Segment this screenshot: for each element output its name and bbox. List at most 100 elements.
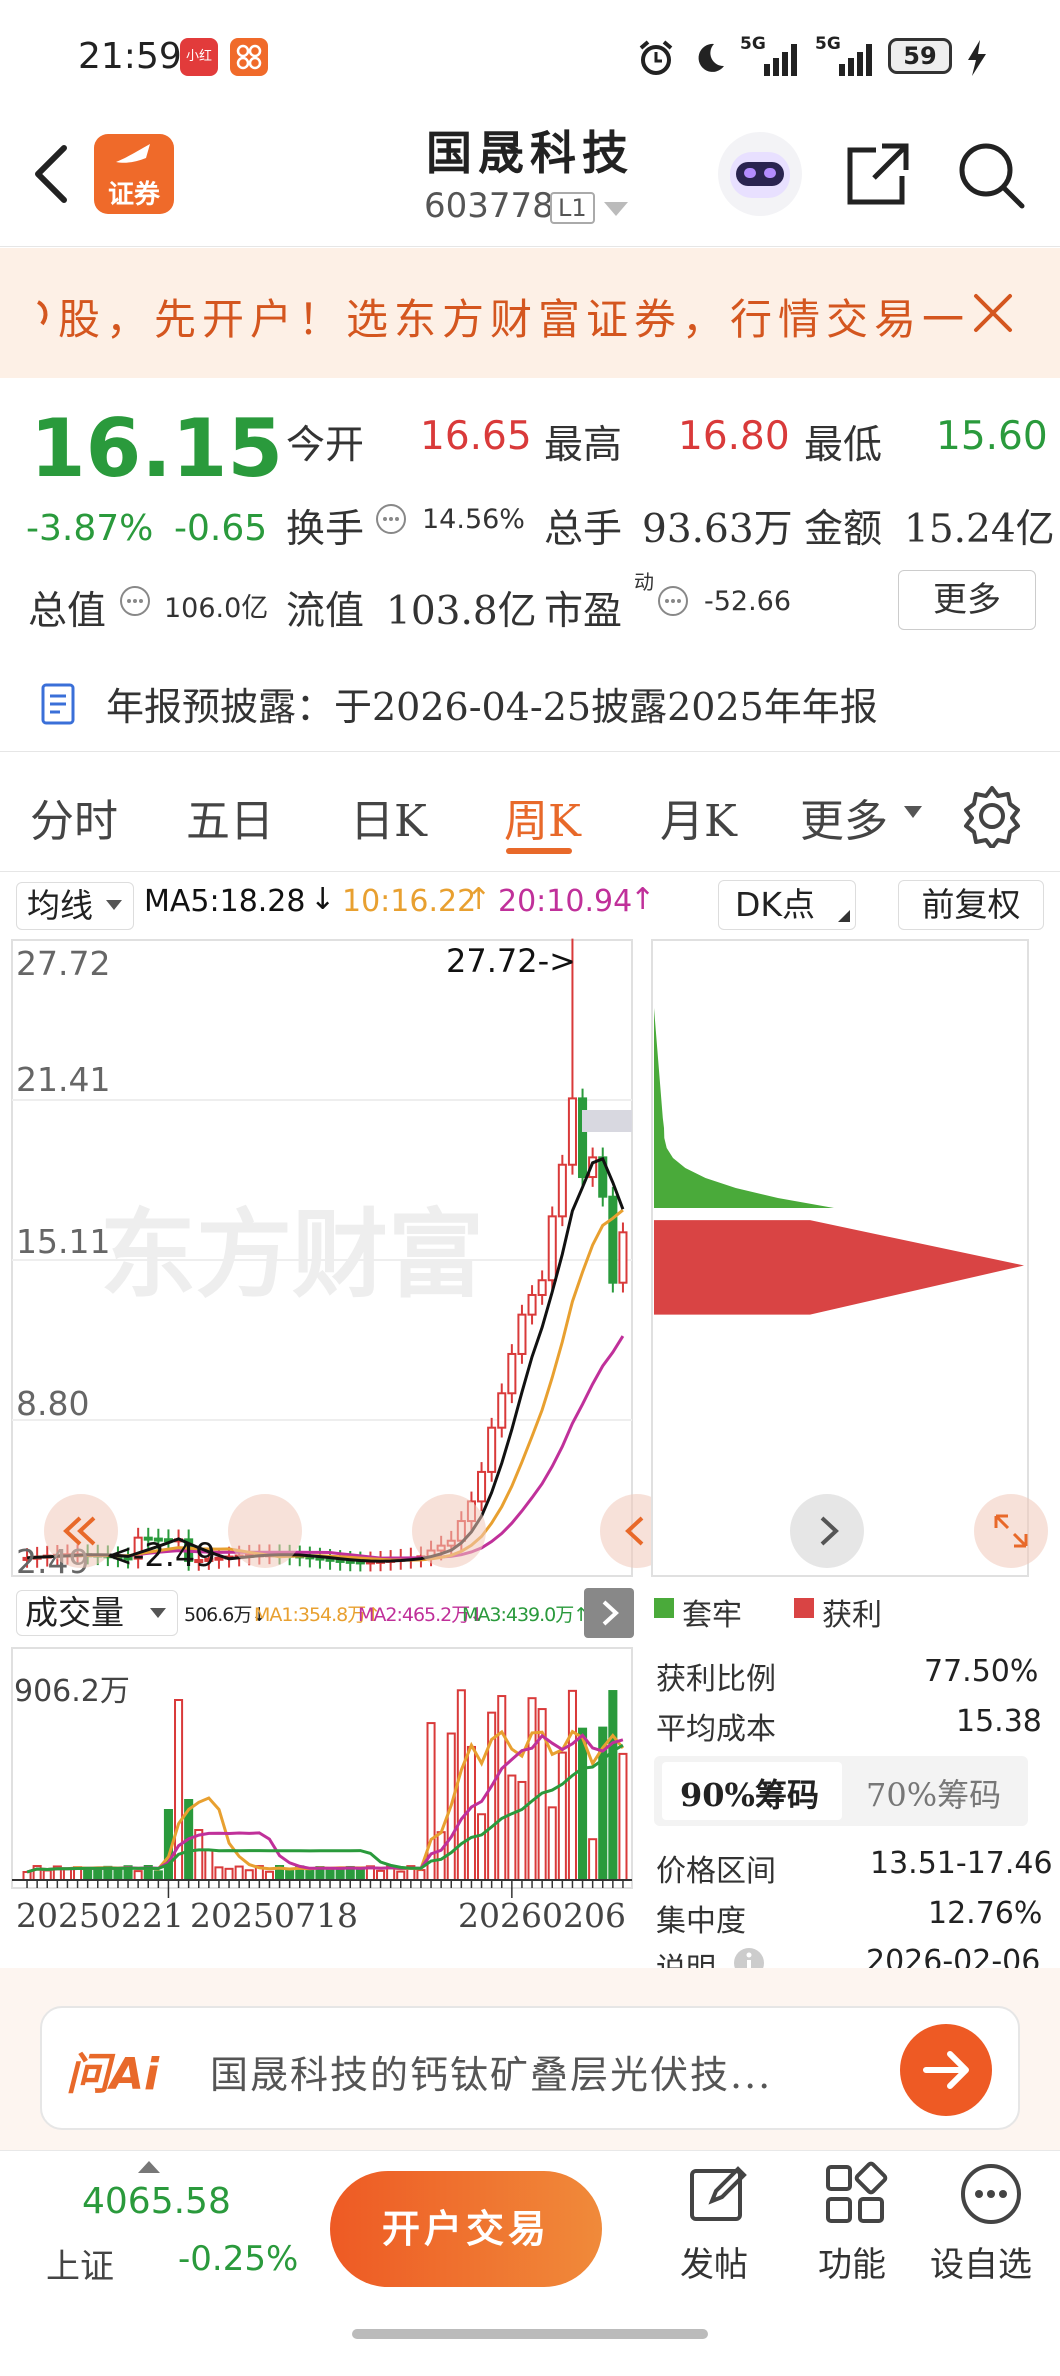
volume-bar: [42, 1869, 52, 1881]
battery-icon: 59: [888, 38, 952, 74]
quote-panel: 16.15 -3.87% -0.65 今开 16.65 最高 16.80 最低 …: [0, 380, 1060, 634]
more-button[interactable]: 更多: [898, 570, 1036, 630]
profit-ratio-label: 获利比例: [656, 1662, 776, 1697]
functions-grid-icon[interactable]: [822, 2161, 888, 2227]
max-price-label: 27.72->: [446, 942, 576, 980]
change-amount: -0.65: [174, 508, 268, 549]
expand-icon[interactable]: [974, 1494, 1048, 1568]
volume-label: 总手: [544, 507, 623, 552]
pe-dynamic-mark: 动: [634, 570, 654, 594]
ai-question-box[interactable]: 问Ai 国晟科技的钙钛矿叠层光伏技...: [40, 2006, 1020, 2130]
ai-logo: 问Ai: [66, 2049, 160, 2100]
volume-bar: [244, 1869, 254, 1881]
app-icon: [230, 38, 268, 76]
dropdown-triangle-icon[interactable]: [904, 806, 922, 820]
volume-bar: [466, 1745, 476, 1881]
volume-bar: [517, 1780, 527, 1882]
volume-bar: [507, 1774, 517, 1882]
volume-bar: [618, 1752, 628, 1881]
legend-trapped: 套牢: [682, 1598, 742, 1633]
candle-body: [477, 1470, 487, 1503]
candle-body: [517, 1313, 527, 1355]
tab-five-day[interactable]: 五日: [186, 785, 274, 849]
arrow-up-icon: ↑: [630, 882, 656, 917]
avg-cost-value: 15.38: [956, 1704, 1042, 1739]
index-value[interactable]: 4065.58: [82, 2181, 231, 2222]
tab-more[interactable]: 更多: [800, 785, 888, 849]
securities-logo[interactable]: 证券: [94, 134, 174, 214]
y-tick-0: 27.72: [16, 944, 111, 983]
dropdown-triangle-icon[interactable]: [150, 1608, 166, 1620]
next-button[interactable]: [790, 1494, 864, 1568]
alarm-icon: [639, 40, 673, 75]
x-tick-0: 20250221: [16, 1896, 184, 1935]
volume-bar: [224, 1867, 234, 1881]
open-label: 今开: [286, 423, 365, 468]
watchlist-label[interactable]: 设自选: [930, 2237, 1032, 2286]
annual-report-notice[interactable]: 年报预披露：于2026-04-25披露2025年年报: [0, 650, 1060, 752]
tab-weekly-k[interactable]: 周K: [504, 785, 581, 849]
volume-ma3: MA3:439.0万↑: [462, 1604, 589, 1626]
post-label[interactable]: 发帖: [680, 2237, 748, 2286]
avg-cost-label: 平均成本: [656, 1712, 776, 1747]
share-icon[interactable]: [842, 140, 912, 210]
edit-post-icon[interactable]: [686, 2161, 752, 2227]
close-icon[interactable]: [968, 288, 1018, 338]
candle-body: [567, 1097, 577, 1166]
more-dots-icon[interactable]: [958, 2161, 1024, 2227]
ma10-value: 10:16.22: [342, 884, 477, 919]
search-icon[interactable]: [954, 138, 1028, 212]
candle-body: [608, 1195, 618, 1284]
mktcap-label: 总值: [28, 589, 107, 634]
candle-body: [537, 1279, 547, 1296]
current-price-marker: [582, 1110, 632, 1132]
volume-bar: [608, 1690, 618, 1881]
functions-label[interactable]: 功能: [818, 2237, 886, 2286]
pe-label: 市盈: [544, 589, 623, 634]
dropdown-triangle-icon[interactable]: [604, 202, 628, 218]
tab-intraday[interactable]: 分时: [30, 785, 118, 849]
arrow-down-icon: ↓: [310, 882, 336, 917]
forward-adjust-button[interactable]: 前复权: [898, 880, 1044, 930]
candle-body: [497, 1392, 507, 1429]
corner-triangle-icon: [838, 910, 850, 922]
volume-bar: [477, 1813, 487, 1881]
legend-swatch-trapped: [654, 1598, 674, 1618]
volume-bar: [416, 1869, 426, 1882]
volume-next-button[interactable]: [584, 1588, 634, 1638]
info-dots-icon[interactable]: [374, 502, 408, 536]
back-arrow-icon[interactable]: [28, 142, 72, 206]
level-badge[interactable]: L1: [550, 192, 595, 224]
signal-5g-2-icon: 5G: [815, 34, 885, 78]
volume-bar: [22, 1871, 32, 1881]
dropdown-triangle-icon[interactable]: [106, 900, 122, 912]
tab-chip-70[interactable]: 70%筹码: [866, 1770, 1001, 1816]
volume-bar: [456, 1689, 466, 1881]
volume-bar: [153, 1870, 163, 1881]
info-dots-icon[interactable]: [656, 584, 690, 618]
tab-chip-90[interactable]: 90%筹码: [680, 1770, 819, 1816]
ai-send-button[interactable]: [900, 2024, 992, 2116]
dk-point-button[interactable]: DK点: [718, 880, 856, 930]
index-name[interactable]: 上证: [46, 2239, 114, 2288]
candle-body: [618, 1231, 628, 1284]
watermark: 东方财富: [100, 1199, 484, 1311]
info-dots-icon[interactable]: [118, 584, 152, 618]
zoom-out-button[interactable]: [228, 1494, 302, 1568]
current-price: 16.15: [30, 402, 284, 495]
tab-monthly-k[interactable]: 月K: [660, 785, 737, 849]
open-account-trade-button[interactable]: 开户交易: [330, 2171, 602, 2287]
scroll-left-fast-button[interactable]: [44, 1494, 118, 1568]
concentration-label: 集中度: [656, 1904, 746, 1939]
index-change[interactable]: -0.25%: [178, 2239, 298, 2279]
home-indicator: [352, 2329, 708, 2339]
legend-swatch-profit: [794, 1598, 814, 1618]
mktcap-value: 106.0亿: [164, 593, 269, 624]
promo-banner[interactable]: 股，先开户！选东方财富证券，行情交易一: [0, 248, 1060, 378]
ai-robot-icon[interactable]: [718, 132, 802, 216]
tab-daily-k[interactable]: 日K: [350, 785, 427, 849]
zoom-in-button[interactable]: [412, 1494, 486, 1568]
candle-body: [547, 1215, 557, 1282]
gear-icon[interactable]: [960, 784, 1024, 848]
stock-code: 603778: [424, 186, 554, 226]
